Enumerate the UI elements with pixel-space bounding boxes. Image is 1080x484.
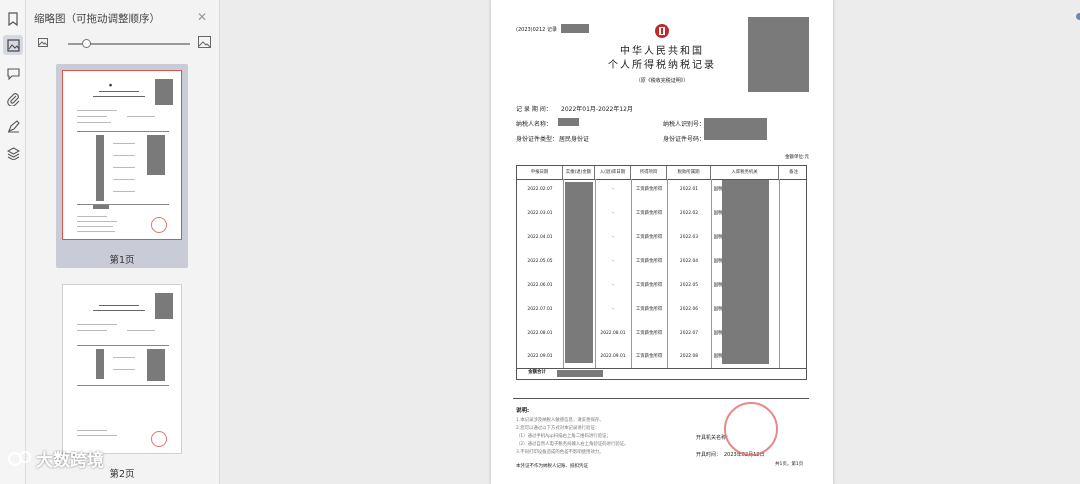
table-row: 2022.02.07 - 工资薪金所得 2022.01 国税: [517, 178, 806, 201]
document-page: (2023)0212 记录 中华人民共和国 个人所得税纳税记录 （原《税收完税证…: [491, 0, 833, 484]
thumbnail-icon[interactable]: [3, 35, 23, 55]
redacted-serial: [561, 24, 589, 33]
left-tool-rail: [0, 0, 26, 484]
notes-title: 说明:: [516, 408, 530, 414]
period-label: 记 录 期 间：: [516, 106, 552, 113]
table-row: 2022.04.01 - 工资薪金所得 2022.03 国税: [517, 226, 806, 249]
cell-authority: 国税: [713, 283, 723, 288]
page-count: 共1页，第1页: [775, 462, 804, 467]
doc-title-line2: 个人所得税纳税记录: [608, 60, 716, 71]
cell-authority: 国税: [713, 259, 723, 264]
national-emblem-icon: [655, 24, 669, 38]
record-serial: (2023)0212 记录: [516, 27, 557, 33]
taxpayer-name-label: 纳税人名称：: [516, 121, 553, 128]
cell-authority: 国税: [713, 307, 723, 312]
thumbnail-page-image: ●: [62, 70, 182, 240]
thumbnail-label: 第1页: [109, 255, 135, 266]
table-row: 2022.07.01 - 工资薪金所得 2022.06 国税: [517, 298, 806, 321]
thumbnail-page-image: [62, 284, 182, 454]
thumbnail-page-1[interactable]: ● 第1页: [56, 64, 188, 268]
cell-item: 工资薪金所得: [635, 187, 663, 192]
zoom-slider-handle[interactable]: [82, 39, 91, 48]
cell-date: 2022.06.01: [527, 283, 553, 288]
official-seal: [724, 402, 778, 456]
cell-period: 2022.08: [679, 354, 699, 359]
footer-note: 本凭证不作为纳税人记账、抵扣凭证: [516, 464, 588, 469]
cell-item: 工资薪金所得: [635, 307, 663, 312]
note-line: 2.您可以通过以下方式对本记录进行验证：: [516, 426, 600, 431]
id-type-label: 身份证件类型：: [516, 136, 559, 143]
cell-item: 工资薪金所得: [635, 354, 663, 359]
table-row: 2022.06.01 - 工资薪金所得 2022.05 国税: [517, 274, 806, 297]
cell-date: 2022.03.01: [527, 211, 553, 216]
cell-entry-date: -: [612, 283, 614, 288]
cell-entry-date: -: [612, 307, 614, 312]
table-row: 2022.08.01 2022.08.01 工资薪金所得 2022.07 国税: [517, 322, 806, 345]
cell-item: 工资薪金所得: [635, 331, 663, 336]
cell-entry-date: -: [612, 259, 614, 264]
taxpayer-id-label: 纳税人识别号：: [663, 121, 706, 128]
cell-item: 工资薪金所得: [635, 211, 663, 216]
cell-entry-date: 2022.08.01: [600, 331, 626, 336]
cell-entry-date: -: [612, 187, 614, 192]
cell-authority: 国税: [713, 354, 723, 359]
comment-icon[interactable]: [3, 63, 23, 83]
cell-period: 2022.01: [679, 187, 699, 192]
note-line: （2）通过自然人电子税务局输入右上角验证码进行验证。: [516, 442, 629, 447]
redacted-total: [557, 370, 603, 377]
large-image-icon[interactable]: [198, 36, 211, 48]
thumbnail-zoom: [34, 34, 214, 52]
cell-period: 2022.04: [679, 259, 699, 264]
small-image-icon[interactable]: [38, 38, 48, 47]
cell-item: 工资薪金所得: [635, 283, 663, 288]
watermark-logo-icon: [8, 450, 31, 466]
id-type-value: 居民身份证: [559, 136, 590, 143]
table-row: 2022.05.05 - 工资薪金所得 2022.04 国税: [517, 250, 806, 273]
note-line: （1）通过手机App扫描右上角二维码进行验证；: [516, 434, 611, 439]
id-number-label: 身份证件号码：: [663, 136, 706, 143]
cell-period: 2022.05: [679, 283, 699, 288]
layers-icon[interactable]: [3, 143, 23, 163]
cell-item: 工资薪金所得: [635, 235, 663, 240]
cell-authority: 国税: [713, 235, 723, 240]
signature-icon[interactable]: [3, 116, 23, 136]
total-label: 金额合计: [528, 370, 546, 375]
cell-item: 工资薪金所得: [635, 259, 663, 264]
cell-authority: 国税: [713, 211, 723, 216]
note-line: 3.不同打印设备造成的色差不影响使用效力。: [516, 450, 604, 455]
cell-date: 2022.02.07: [527, 187, 553, 192]
panel-title: 缩略图（可拖动调整顺序）: [34, 13, 160, 25]
cell-period: 2022.06: [679, 307, 699, 312]
redacted-taxpayer-id: [704, 118, 767, 140]
doc-subtitle: （原《税收完税证明》）: [635, 78, 689, 84]
cell-entry-date: -: [612, 235, 614, 240]
cell-date: 2022.07.01: [527, 307, 553, 312]
redacted-name: [558, 118, 579, 126]
cell-period: 2022.02: [679, 211, 699, 216]
amount-unit: 金额单位:元: [785, 155, 810, 160]
table-row: 2022.09.01 2022.09.01 工资薪金所得 2022.08 国税: [517, 345, 806, 368]
cell-date: 2022.04.01: [527, 235, 553, 240]
cell-period: 2022.03: [679, 235, 699, 240]
cell-entry-date: -: [612, 211, 614, 216]
cell-authority: 国税: [713, 187, 723, 192]
tax-record-table: 申报日期 实缴(退)金额 入(退)库日期 所得项目 税款所属期 入库税务机关 备…: [516, 165, 807, 380]
cell-date: 2022.08.01: [527, 331, 553, 336]
table-row: 2022.03.01 - 工资薪金所得 2022.02 国税: [517, 202, 806, 225]
watermark-text: 大数跨境: [36, 451, 104, 471]
redacted-qr-code: [748, 17, 809, 92]
attachment-icon[interactable]: [3, 89, 23, 109]
cell-entry-date: 2022.09.01: [600, 354, 626, 359]
period-value: 2022年01月-2022年12月: [561, 106, 633, 113]
bookmark-icon[interactable]: [3, 9, 23, 29]
cell-period: 2022.07: [679, 331, 699, 336]
cell-date: 2022.05.05: [527, 259, 553, 264]
scroll-indicator[interactable]: [1076, 13, 1080, 20]
watermark: 大数跨境: [8, 446, 104, 471]
doc-title-line1: 中华人民共和国: [620, 46, 704, 57]
cell-authority: 国税: [713, 331, 723, 336]
issue-date-label: 开具时间：: [696, 452, 722, 458]
close-icon[interactable]: ✕: [197, 10, 207, 24]
note-line: 1.本记录涉及纳税人敏感信息，请妥善保存。: [516, 418, 604, 423]
